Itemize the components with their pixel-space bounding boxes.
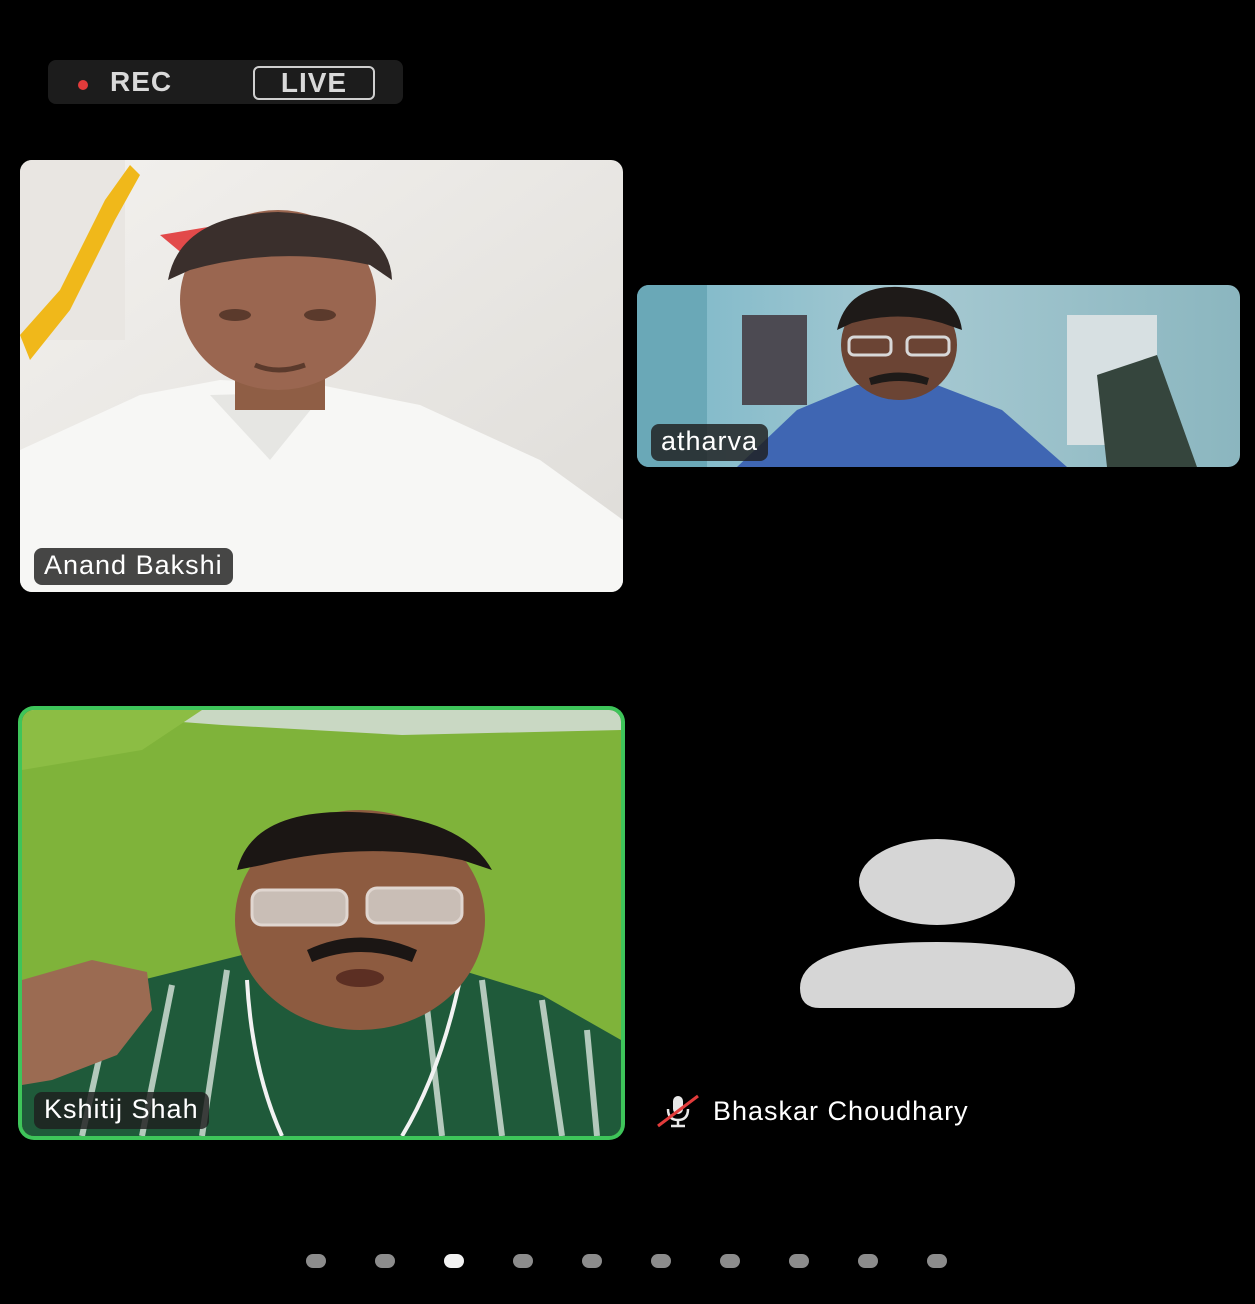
page-indicator[interactable]: [306, 1254, 947, 1268]
rec-dot-icon: [78, 80, 88, 90]
participant-video: [22, 710, 621, 1136]
avatar-placeholder-icon: [800, 839, 1075, 1008]
participant-name: Bhaskar Choudhary: [713, 1095, 969, 1126]
participant-name-tag: atharva: [651, 424, 769, 461]
page-dot[interactable]: [789, 1254, 809, 1268]
page-dot[interactable]: [375, 1254, 395, 1268]
live-badge: LIVE: [253, 66, 375, 100]
page-dot[interactable]: [582, 1254, 602, 1268]
meeting-gallery-view: REC LIVE Anand Bakshi atharva Kshitij Sh…: [0, 0, 1255, 1304]
page-dot[interactable]: [651, 1254, 671, 1268]
recording-status-bar: REC LIVE: [48, 60, 403, 104]
rec-label: REC: [110, 66, 173, 97]
participant-name-tag: Anand Bakshi: [34, 548, 233, 585]
page-dot[interactable]: [720, 1254, 740, 1268]
participant-video: [20, 160, 623, 592]
participant-name-label: Bhaskar Choudhary: [655, 1093, 969, 1129]
page-dot[interactable]: [858, 1254, 878, 1268]
mic-muted-icon: [657, 1094, 699, 1128]
page-dot[interactable]: [306, 1254, 326, 1268]
page-dot[interactable]: [927, 1254, 947, 1268]
participant-name-tag: Kshitij Shah: [34, 1092, 209, 1129]
page-dot[interactable]: [444, 1254, 464, 1268]
video-tile-anand-bakshi[interactable]: Anand Bakshi: [20, 160, 623, 592]
video-tile-kshitij-shah[interactable]: Kshitij Shah: [22, 710, 621, 1136]
video-tile-atharva[interactable]: atharva: [637, 285, 1240, 467]
page-dot[interactable]: [513, 1254, 533, 1268]
